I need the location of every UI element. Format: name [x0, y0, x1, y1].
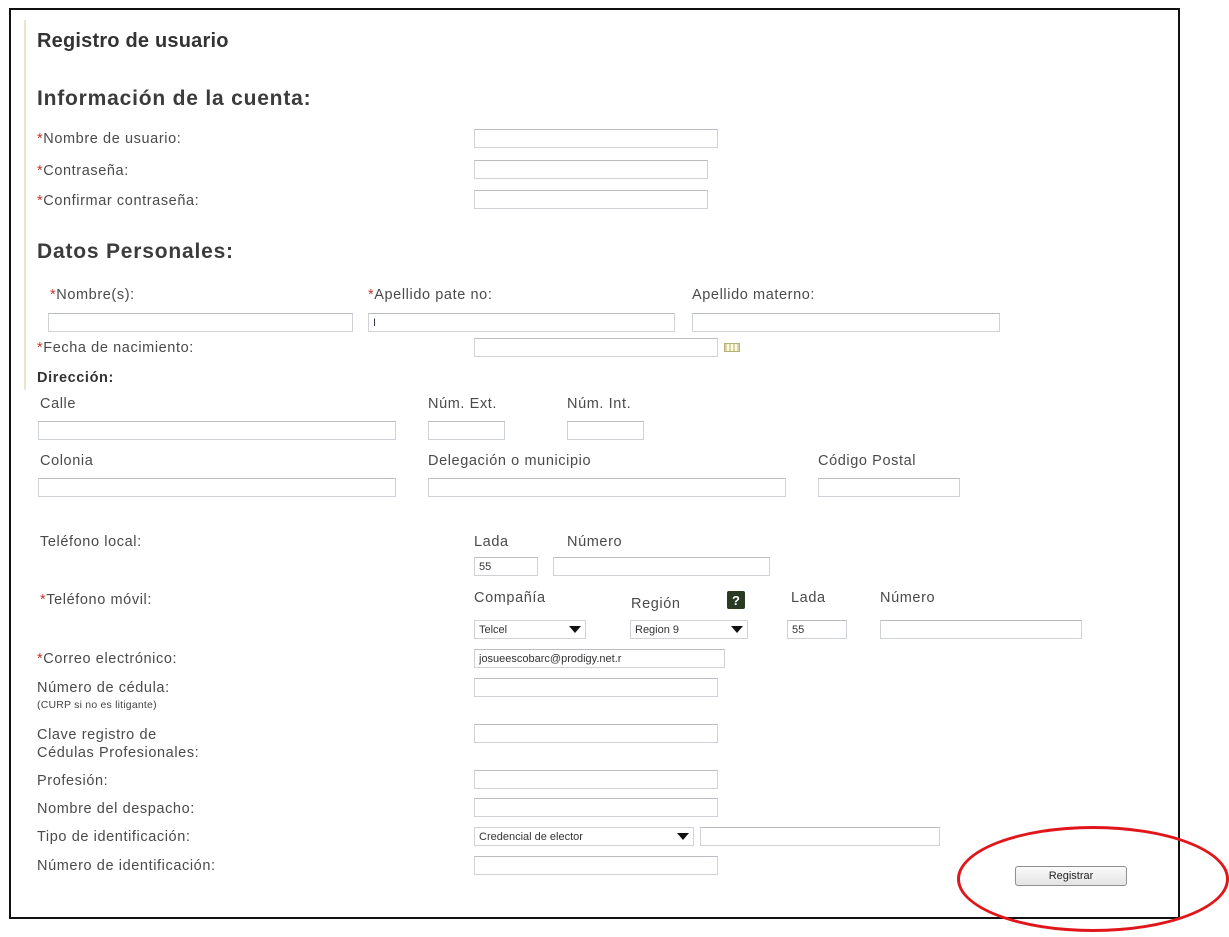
mobile-phone-label: *Teléfono móvil:	[40, 592, 152, 608]
office-name-label: Nombre del despacho:	[37, 801, 195, 817]
postal-code-input[interactable]	[818, 478, 960, 497]
chevron-down-icon	[731, 626, 743, 633]
local-phone-label: Teléfono local:	[40, 534, 142, 550]
confirm-password-input[interactable]	[474, 190, 708, 209]
username-input[interactable]	[474, 129, 718, 148]
chevron-down-icon	[677, 833, 689, 840]
company-select[interactable]: Telcel	[474, 620, 586, 639]
username-label: *Nombre de usuario:	[37, 131, 182, 147]
colonia-label: Colonia	[40, 453, 94, 469]
local-lada-input[interactable]	[474, 557, 538, 576]
personal-section-heading: Datos Personales:	[37, 240, 234, 263]
street-label: Calle	[40, 396, 77, 412]
highlight-callout	[957, 826, 1229, 932]
email-label: *Correo electrónico:	[37, 651, 178, 667]
maternal-surname-input[interactable]	[692, 313, 1000, 332]
mobile-number-label: Número	[880, 590, 936, 606]
chevron-down-icon	[569, 626, 581, 633]
help-icon[interactable]: ?	[727, 591, 745, 609]
clave-label-line2: Cédulas Profesionales:	[37, 745, 200, 761]
cedula-label: Número de cédula:	[37, 680, 170, 696]
mobile-lada-input[interactable]	[787, 620, 847, 639]
left-divider	[24, 20, 26, 390]
region-select[interactable]: Region 9	[630, 620, 748, 639]
maternal-surname-label: Apellido materno:	[692, 287, 816, 303]
first-name-label: *Nombre(s):	[50, 287, 135, 303]
password-label: *Contraseña:	[37, 163, 129, 179]
id-type-extra-input[interactable]	[700, 827, 940, 846]
ext-number-label: Núm. Ext.	[428, 396, 498, 412]
int-number-input[interactable]	[567, 421, 644, 440]
region-label: Región	[631, 596, 681, 612]
municipio-label: Delegación o municipio	[428, 453, 592, 469]
confirm-password-label: *Confirmar contraseña:	[37, 193, 200, 209]
municipio-input[interactable]	[428, 478, 786, 497]
paternal-surname-input[interactable]	[368, 313, 675, 332]
cedula-hint: (CURP si no es litigante)	[37, 699, 157, 711]
clave-label-line1: Clave registro de	[37, 727, 157, 743]
address-heading: Dirección:	[37, 370, 114, 386]
cedula-input[interactable]	[474, 678, 718, 697]
street-input[interactable]	[38, 421, 396, 440]
profession-input[interactable]	[474, 770, 718, 789]
int-number-label: Núm. Int.	[567, 396, 632, 412]
company-label: Compañía	[474, 590, 546, 606]
clave-input[interactable]	[474, 724, 718, 743]
mobile-number-input[interactable]	[880, 620, 1082, 639]
office-name-input[interactable]	[474, 798, 718, 817]
email-input[interactable]	[474, 649, 725, 668]
local-lada-label: Lada	[474, 534, 509, 550]
id-type-select[interactable]: Credencial de elector	[474, 827, 694, 846]
postal-code-label: Código Postal	[818, 453, 917, 469]
id-number-input[interactable]	[474, 856, 718, 875]
mobile-lada-label: Lada	[791, 590, 826, 606]
local-number-input[interactable]	[553, 557, 770, 576]
calendar-icon[interactable]	[724, 343, 740, 352]
local-number-label: Número	[567, 534, 623, 550]
profession-label: Profesión:	[37, 773, 109, 789]
colonia-input[interactable]	[38, 478, 396, 497]
id-number-label: Número de identificación:	[37, 858, 216, 874]
page-title: Registro de usuario	[37, 30, 229, 52]
birthdate-label: *Fecha de nacimiento:	[37, 340, 194, 356]
birthdate-input[interactable]	[474, 338, 718, 357]
account-section-heading: Información de la cuenta:	[37, 87, 312, 110]
password-input[interactable]	[474, 160, 708, 179]
ext-number-input[interactable]	[428, 421, 505, 440]
paternal-surname-label: *Apellido pate no:	[368, 287, 493, 303]
first-name-input[interactable]	[48, 313, 353, 332]
id-type-label: Tipo de identificación:	[37, 829, 191, 845]
